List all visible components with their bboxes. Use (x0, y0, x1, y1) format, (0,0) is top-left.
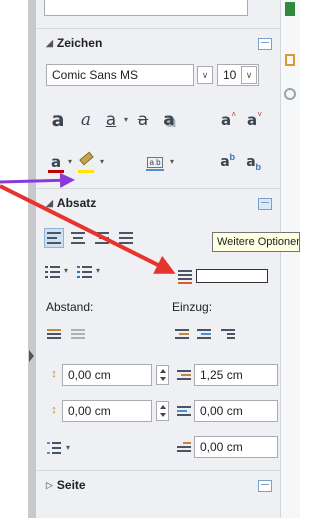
purple-arrow (0, 172, 75, 188)
red-arrow (0, 184, 176, 274)
annotation-arrows (0, 172, 176, 274)
